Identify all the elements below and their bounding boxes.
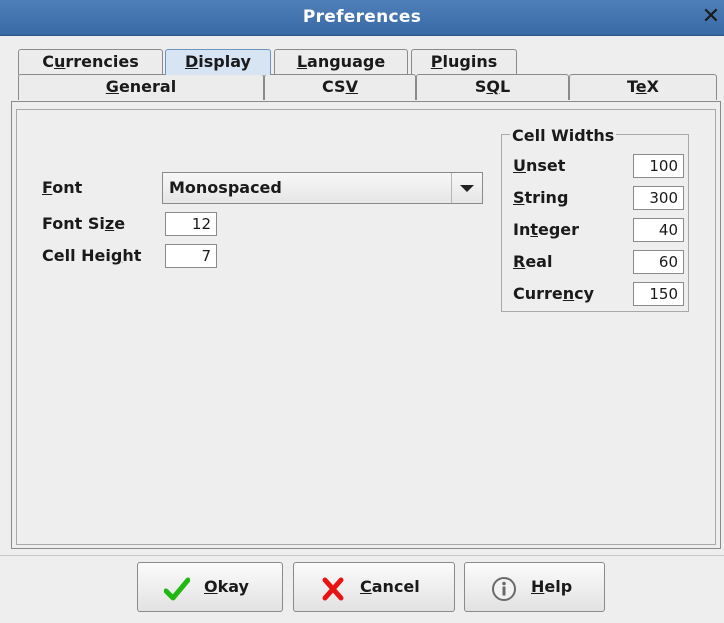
font-dropdown-value: Monospaced	[169, 178, 282, 197]
tab-tex[interactable]: TeX	[569, 74, 717, 100]
cell-height-label: Cell Height	[42, 246, 142, 265]
cell-widths-title: Cell Widths	[510, 126, 617, 146]
font-size-label: Font Size	[42, 214, 126, 233]
window-title: Preferences	[302, 7, 422, 27]
font-dropdown[interactable]: Monospaced	[162, 172, 483, 204]
string-label: String	[513, 188, 569, 207]
title-bar: Preferences ✕	[0, 0, 724, 36]
button-bar-separator	[0, 555, 724, 556]
cancel-button[interactable]: Cancel	[293, 562, 455, 612]
close-button[interactable]: ✕	[700, 4, 722, 30]
tab-currencies[interactable]: Currencies	[18, 49, 163, 75]
integer-label: Integer	[513, 220, 580, 239]
tab-sql[interactable]: SQL	[416, 74, 569, 100]
tab-general[interactable]: General	[18, 74, 264, 100]
tab-language[interactable]: Language	[274, 49, 408, 75]
unset-label: Unset	[513, 156, 566, 175]
chevron-down-icon[interactable]	[460, 185, 474, 192]
currency-label: Currency	[513, 284, 595, 303]
tab-plugins[interactable]: Plugins	[411, 49, 517, 75]
string-width-field[interactable]: 300	[633, 186, 684, 210]
integer-width-field[interactable]: 40	[633, 218, 684, 242]
unset-width-field[interactable]: 100	[633, 154, 684, 178]
preferences-dialog: Preferences ✕ Currencies Display Languag…	[0, 0, 724, 623]
info-icon	[492, 577, 516, 601]
real-label: Real	[513, 252, 553, 271]
checkmark-icon	[164, 577, 190, 601]
x-icon	[322, 577, 344, 601]
close-icon: ✕	[701, 4, 721, 29]
real-width-field[interactable]: 60	[633, 250, 684, 274]
tab-display[interactable]: Display	[165, 49, 271, 75]
okay-button[interactable]: Okay	[137, 562, 283, 612]
cell-height-field[interactable]: 7	[165, 244, 217, 268]
dropdown-divider	[451, 173, 452, 203]
tab-csv[interactable]: CSV	[264, 74, 416, 100]
help-button[interactable]: Help	[464, 562, 605, 612]
font-size-field[interactable]: 12	[165, 212, 217, 236]
currency-width-field[interactable]: 150	[633, 282, 684, 306]
font-label: Font	[42, 178, 83, 197]
